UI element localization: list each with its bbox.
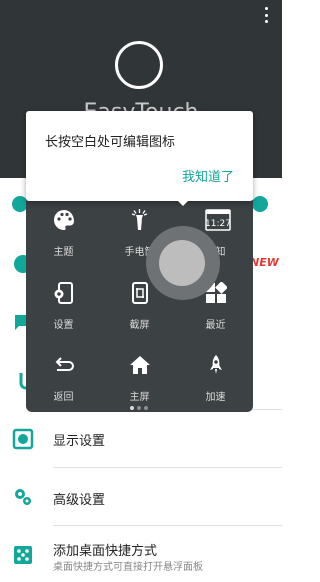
list-item-advanced-settings[interactable]: 高级设置 xyxy=(0,468,282,526)
palette-icon xyxy=(53,209,75,231)
rocket-icon xyxy=(205,354,227,376)
panel-item-label: 截屏 xyxy=(129,320,150,331)
notification-clock: 11:27 xyxy=(205,219,231,229)
panel-item-label: 主题 xyxy=(53,247,74,258)
app-logo xyxy=(115,41,163,89)
page-dot xyxy=(144,406,148,410)
got-it-button[interactable]: 我知道了 xyxy=(182,166,234,185)
page-indicator xyxy=(130,406,148,410)
list-item-add-shortcut[interactable]: 添加桌面快捷方式 桌面快捷方式可直接打开悬浮面板 xyxy=(0,526,282,582)
panel-item-back[interactable]: 返回 xyxy=(26,346,101,416)
new-badge: NEW xyxy=(250,256,279,269)
panel-item-label: 主屏 xyxy=(129,392,150,403)
tooltip-arrow xyxy=(174,197,192,206)
page-dot xyxy=(130,406,134,410)
flashlight-icon xyxy=(129,209,151,231)
panel-item-label: 设置 xyxy=(53,320,74,331)
page-dot xyxy=(137,406,141,410)
screenshot-icon xyxy=(129,282,151,304)
floating-panel: 主题 手电筒 11:27 通知 xyxy=(26,196,253,412)
settings-phone-icon xyxy=(53,282,75,304)
more-vert-icon[interactable] xyxy=(260,7,272,23)
home-icon xyxy=(129,354,151,376)
panel-item-label: 加速 xyxy=(205,392,226,403)
shortcut-icon xyxy=(12,544,34,566)
slider-handle-right[interactable] xyxy=(252,196,268,212)
list-item-display-settings[interactable]: 显示设置 xyxy=(0,410,282,468)
list-item-subtitle: 桌面快捷方式可直接打开悬浮面板 xyxy=(53,562,203,573)
panel-item-label: 最近 xyxy=(205,320,226,331)
panel-item-theme[interactable]: 主题 xyxy=(26,201,101,271)
list-item-label: 显示设置 xyxy=(53,434,106,449)
panel-item-boost[interactable]: 加速 xyxy=(178,346,253,416)
panel-item-settings[interactable]: 设置 xyxy=(26,274,101,344)
display-settings-icon xyxy=(12,428,34,450)
floating-ball-core[interactable] xyxy=(159,240,205,286)
advanced-settings-icon xyxy=(12,486,34,508)
panel-item-label: 返回 xyxy=(53,392,74,403)
list-item-label: 添加桌面快捷方式 xyxy=(53,544,158,559)
list-item-label: 高级设置 xyxy=(53,493,106,508)
notification-icon: 11:27 xyxy=(205,209,231,231)
tooltip-text: 长按空白处可编辑图标 xyxy=(45,135,176,150)
hint-tooltip: 长按空白处可编辑图标 我知道了 xyxy=(26,111,253,201)
back-icon xyxy=(53,354,75,376)
